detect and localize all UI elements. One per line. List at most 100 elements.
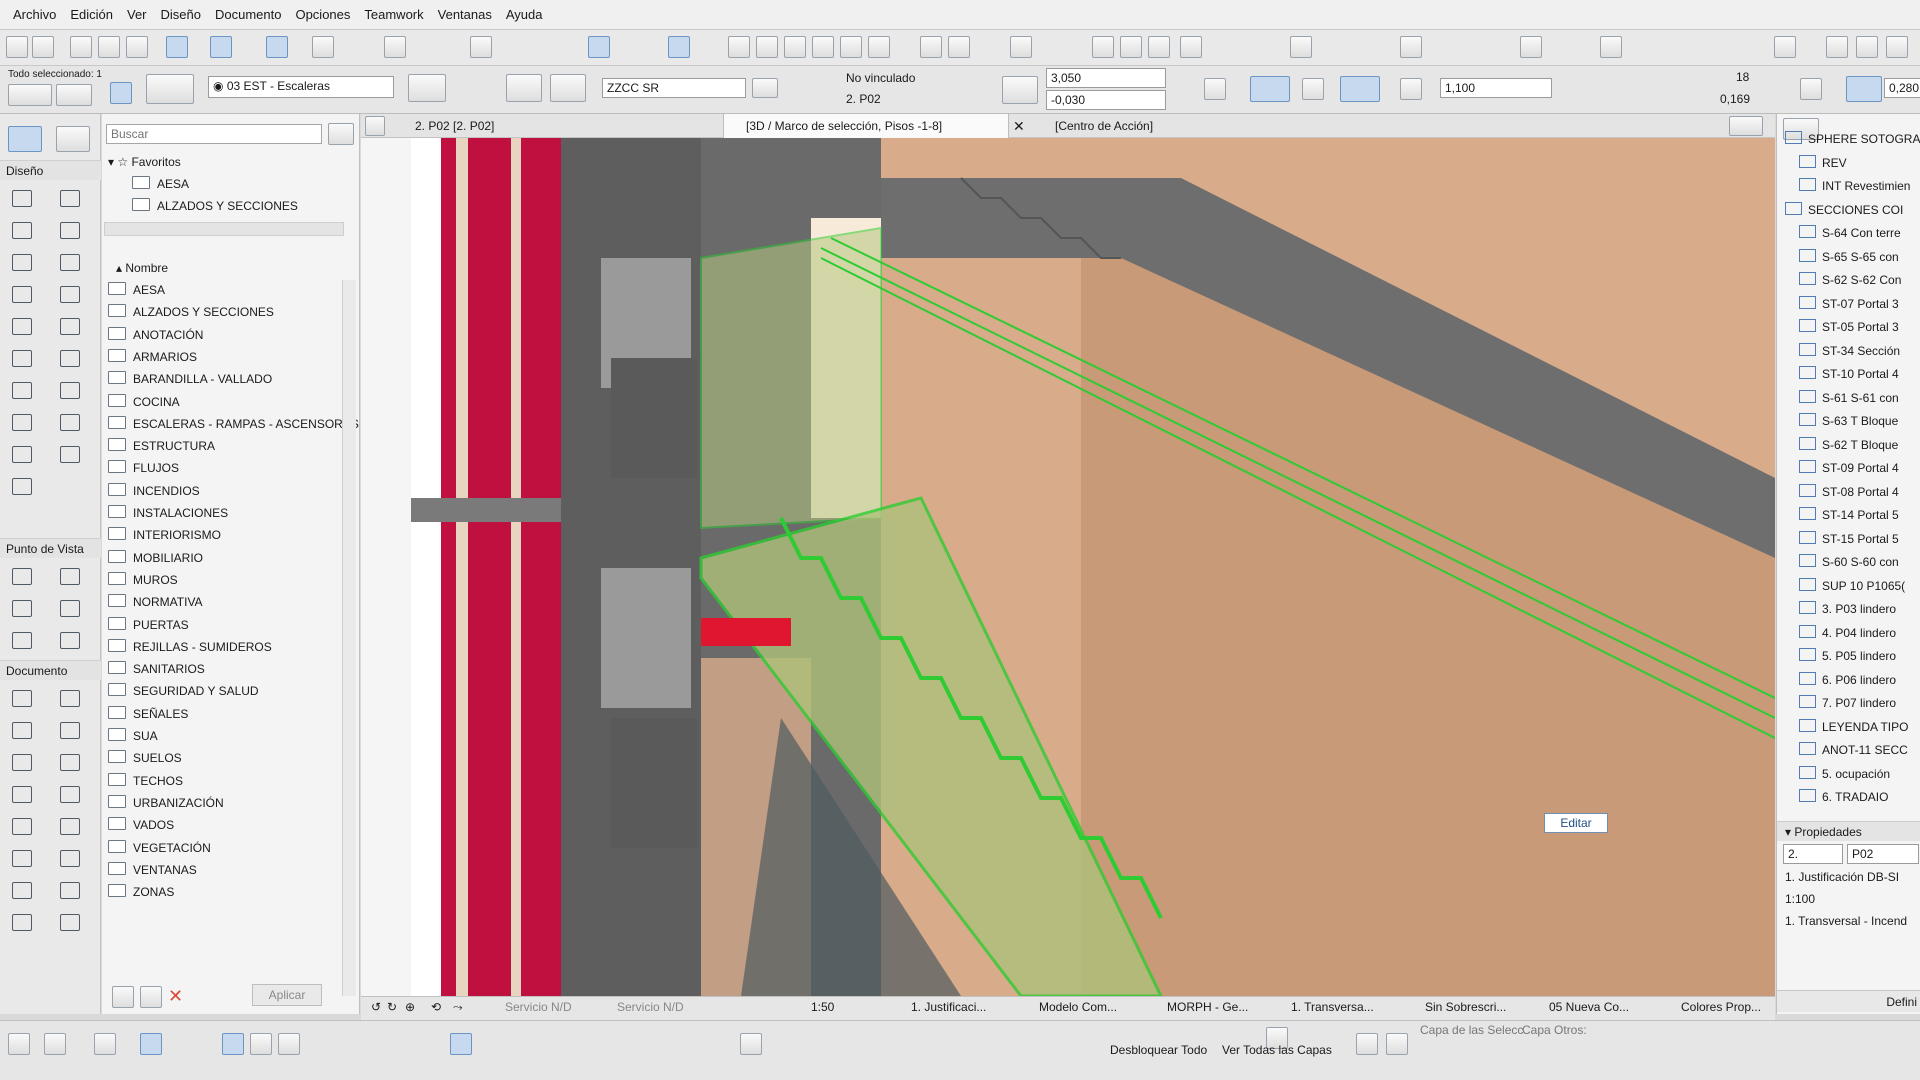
flag-icon[interactable] [920,36,942,58]
3d-view-icon[interactable] [668,36,690,58]
sheet-item[interactable]: ANOT-11 SECC [1799,739,1908,761]
scale-select[interactable]: 1:50 [811,1000,834,1014]
folder-item[interactable]: ARMARIOS [108,347,197,367]
folder-item[interactable]: AESA [108,280,165,300]
orbit-icon[interactable]: ⟲ [431,1000,441,1014]
render-icon[interactable] [1010,36,1032,58]
property-row[interactable]: 1:100 [1785,888,1815,910]
folder-item[interactable]: ALZADOS Y SECCIONES [108,302,274,322]
line-tool[interactable] [8,814,34,838]
sheet-item[interactable]: 6. P06 lindero [1799,669,1896,691]
measure-icon[interactable] [250,1033,272,1055]
tab-action-center[interactable]: [Centro de Acción] [1033,114,1273,138]
3d-model-render[interactable] [361,138,1775,996]
guide-lines-icon[interactable] [166,36,188,58]
menu-edicion[interactable]: Edición [70,7,113,22]
fillet-icon[interactable] [812,36,834,58]
menu-ver[interactable]: Ver [127,7,147,22]
redo-view-icon[interactable]: ↻ [387,1000,397,1014]
view-filter-icon[interactable] [588,36,610,58]
property-name-field[interactable]: P02 [1847,844,1919,864]
layers-icon[interactable] [470,36,492,58]
annotate-icon[interactable] [1290,36,1312,58]
folder-item[interactable]: INSTALACIONES [108,503,228,523]
walk-icon[interactable]: ⤳ [453,1000,463,1015]
favorite-item[interactable]: AESA [132,174,189,194]
folder-item[interactable]: ANOTACIÓN [108,325,203,345]
tab-list-icon[interactable] [365,116,385,136]
model-view-select[interactable]: Modelo Com... [1039,1000,1117,1014]
pick-up-icon[interactable] [98,36,120,58]
folder-item[interactable]: SUA [108,726,158,746]
level-dimension-tool[interactable] [56,686,82,710]
sheet-item[interactable]: S-63 T Bloque [1799,410,1898,432]
layer-combination-select[interactable]: 1. Justificaci... [911,1000,986,1014]
tab-3d-view[interactable]: [3D / Marco de selección, Pisos -1-8] [723,114,1009,138]
snap-guides-icon[interactable] [210,36,232,58]
eraser-icon[interactable] [278,1033,300,1055]
sheet-item[interactable]: ST-08 Portal 4 [1799,481,1899,503]
vertical-scrollbar[interactable] [342,280,356,996]
folder-item[interactable]: VEGETACIÓN [108,838,211,858]
stair-preview-icon[interactable] [408,74,446,102]
sheet-item[interactable]: ST-10 Portal 4 [1799,363,1899,385]
suspend-groups-icon[interactable] [266,36,288,58]
straight-stair-icon[interactable] [1250,76,1290,102]
beam-tool[interactable] [8,218,34,242]
layer-settings-icon[interactable] [146,74,194,104]
folder-item[interactable]: FLUJOS [108,458,179,478]
sheet-item[interactable]: LEYENDA TIPO [1799,716,1908,738]
angle-dimension-tool[interactable] [56,718,82,742]
folder-item[interactable]: INTERIORISMO [108,525,221,545]
menu-opciones[interactable]: Opciones [295,7,350,22]
snap-icon[interactable] [8,1033,30,1055]
window-tool[interactable] [8,346,34,370]
property-id-field[interactable]: 2. [1783,844,1843,864]
layer-visibility-icon[interactable] [740,1033,762,1055]
column-header-name[interactable]: ▴ Nombre [116,258,168,278]
delete-icon[interactable]: ✕ [168,986,183,1007]
folder-item[interactable]: URBANIZACIÓN [108,793,224,813]
figure-tool[interactable] [56,878,82,902]
split-icon[interactable] [756,36,778,58]
morph-select[interactable]: MORPH - Ge... [1167,1000,1248,1014]
trim-icon[interactable] [728,36,750,58]
undo-icon[interactable] [6,36,28,58]
lock-icon[interactable] [140,1033,162,1055]
riser-height[interactable]: 0,169 [1720,92,1750,106]
layer-select[interactable]: ◉ 03 EST - Escaleras [208,76,394,98]
menu-diseno[interactable]: Diseño [161,7,201,22]
door-tool[interactable] [56,314,82,338]
section-punto-de-vista[interactable]: Punto de Vista [0,538,101,558]
mesh-tool[interactable] [8,410,34,434]
sheet-item[interactable]: 4. P04 lindero [1799,622,1896,644]
selection-type-icon[interactable] [8,84,52,106]
folder-item[interactable]: REJILLAS - SUMIDEROS [108,637,272,657]
pen-set-select[interactable]: 1. Transversa... [1291,1000,1374,1014]
sheet-item[interactable]: S-62 T Bloque [1799,434,1898,456]
sheet-item[interactable]: S-61 S-61 con [1799,387,1899,409]
sheet-item[interactable]: 5. ocupación [1799,763,1890,785]
column-tool[interactable] [56,186,82,210]
sheet-item[interactable]: 3. P03 lindero [1799,598,1896,620]
define-button[interactable]: Defini [1777,990,1920,1012]
width-field[interactable]: 1,100 [1440,78,1552,98]
publish-icon[interactable] [1600,36,1622,58]
section-documento[interactable]: Documento [0,660,101,680]
settings-icon[interactable] [1886,36,1908,58]
renovation-select[interactable]: 05 Nueva Co... [1549,1000,1629,1014]
drawing-tool[interactable] [8,910,34,934]
folder-item[interactable]: VADOS [108,815,174,835]
polyline-stair-icon[interactable] [1302,78,1324,100]
folder-item[interactable]: TECHOS [108,771,183,791]
dimension-tool[interactable] [8,686,34,710]
folder-item[interactable]: MOBILIARIO [108,548,203,568]
3d-viewport[interactable] [361,138,1775,996]
property-row[interactable]: 1. Transversal - Incend [1785,910,1907,932]
grid-icon[interactable] [44,1033,66,1055]
sheet-item[interactable]: ST-34 Sección [1799,340,1900,362]
new-favorite-icon[interactable] [112,986,134,1008]
tread-depth-icon[interactable] [1846,76,1882,102]
corner-window-tool[interactable] [8,474,34,498]
sheet-item[interactable]: INT Revestimien [1799,175,1910,197]
